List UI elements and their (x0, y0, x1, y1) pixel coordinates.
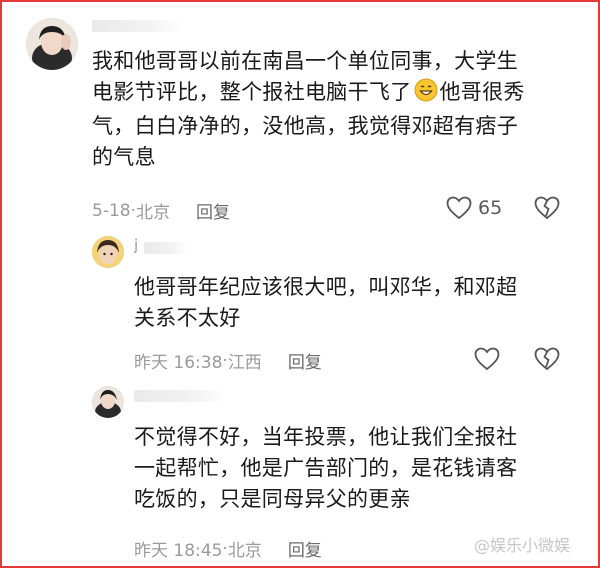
reply-button[interactable]: 回复 (288, 536, 322, 561)
reply-date: 昨天 16:38 (134, 353, 223, 373)
reply-location: 北京 (227, 541, 262, 561)
reply-text: 不觉得不好，当年投票，他让我们全报社 一起帮忙，他是广告部门的，是花钱请客 吃饭… (134, 425, 518, 511)
heart-icon (446, 196, 472, 220)
reply-meta: 昨天 18:45 · 北京 回复 (134, 536, 322, 562)
broken-heart-icon (534, 196, 560, 220)
comment-location: 北京 (136, 203, 170, 223)
reply-meta: 昨天 16:38 · 江西 回复 (134, 348, 322, 374)
username-redacted[interactable] (92, 20, 182, 32)
avatar[interactable] (92, 386, 124, 418)
watermark-text: @娱乐小微娱 (474, 536, 571, 555)
reply-location: 江西 (227, 353, 262, 373)
avatar[interactable] (92, 236, 124, 268)
heart-icon (474, 347, 500, 371)
dislike-button[interactable] (534, 347, 560, 371)
smile-emoji-icon (414, 78, 438, 111)
reply-button[interactable]: 回复 (196, 198, 230, 223)
reply-date: 昨天 18:45 (134, 541, 223, 561)
username-redacted[interactable] (134, 390, 226, 402)
reply-button[interactable]: 回复 (288, 348, 322, 373)
watermark: @娱乐小微娱 (474, 532, 570, 556)
avatar[interactable] (26, 18, 78, 70)
username-initial[interactable]: j (134, 236, 138, 254)
reply-text: 他哥哥年纪应该很大吧，叫邓华，和邓超 关系不太好 (134, 275, 518, 330)
dislike-button[interactable] (534, 196, 560, 220)
broken-heart-icon (534, 347, 560, 371)
username-redacted[interactable] (144, 242, 188, 254)
like-count: 65 (478, 197, 503, 219)
comment-text: 我和他哥哥以前在南昌一个单位同事，大学生 电影节评比，整个报社电脑干飞了 他哥很秀… (92, 46, 572, 173)
comment-meta: 5-18 · 北京 回复 (92, 198, 230, 224)
like-button[interactable] (474, 347, 500, 371)
like-button[interactable]: 65 (446, 196, 502, 220)
comment-date: 5-18 (92, 200, 131, 221)
